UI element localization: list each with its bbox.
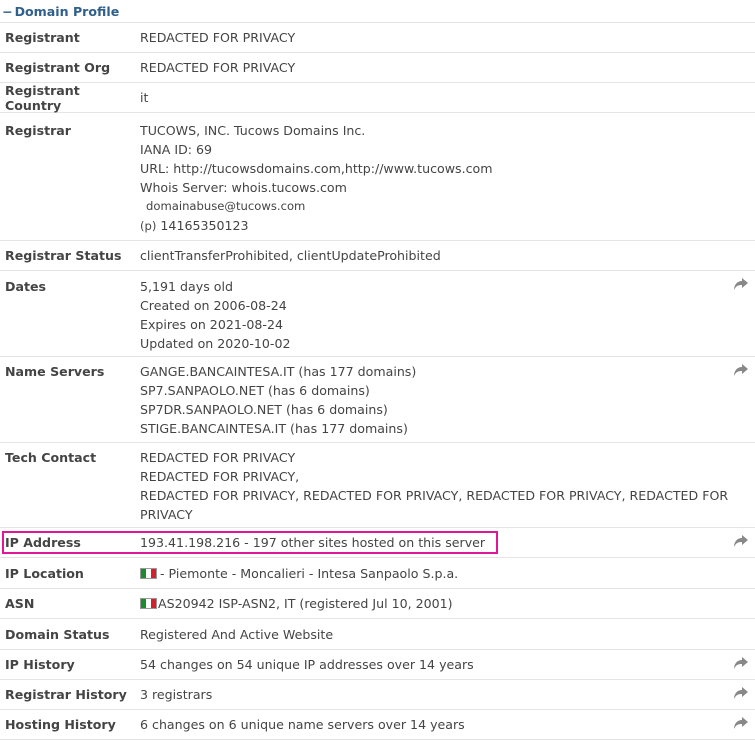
- name-server-item[interactable]: SP7DR.SANPAOLO.NET (has 6 domains): [140, 400, 745, 419]
- ip-location-value: - Piemonte - Moncalieri - Intesa Sanpaol…: [160, 565, 459, 581]
- row-value: clientTransferProhibited, clientUpdatePr…: [140, 248, 441, 263]
- row-label: IP History: [5, 657, 75, 672]
- row-domain-status: Domain Status Registered And Active Webs…: [0, 619, 755, 650]
- row-ip-history: IP History 54 changes on 54 unique IP ad…: [0, 650, 755, 680]
- tech-contact-line: REDACTED FOR PRIVACY, REDACTED FOR PRIVA…: [140, 488, 729, 522]
- row-label: Hosting History: [5, 717, 116, 732]
- row-value: 54 changes on 54 unique IP addresses ove…: [140, 657, 474, 672]
- row-registrar: Registrar TUCOWS, INC. Tucows Domains In…: [0, 113, 755, 241]
- row-label: Registrant Org: [5, 60, 111, 75]
- registrar-email[interactable]: domainabuse@tucows.com: [140, 197, 745, 216]
- ip-address-link[interactable]: 193.41.198.216 - 197 other sites hosted …: [140, 535, 755, 550]
- tech-contact-line: REDACTED FOR PRIVACY: [140, 450, 296, 465]
- registrar-name: TUCOWS, INC. Tucows Domains Inc.: [140, 123, 366, 138]
- collapse-icon[interactable]: −: [2, 4, 13, 19]
- share-arrow-icon[interactable]: [733, 277, 749, 291]
- name-server-item[interactable]: GANGE.BANCAINTESA.IT (has 177 domains): [140, 362, 745, 381]
- registrar-url[interactable]: URL: http://tucowsdomains.com,http://www…: [140, 159, 745, 178]
- row-registrar-status: Registrar Status clientTransferProhibite…: [0, 241, 755, 271]
- row-value: REDACTED FOR PRIVACY: [140, 60, 296, 75]
- row-label: Tech Contact: [5, 450, 97, 465]
- row-label: Registrant Country: [5, 82, 80, 113]
- share-arrow-icon[interactable]: [733, 534, 749, 548]
- section-title: Domain Profile: [14, 3, 120, 19]
- phone-prefix: (p): [140, 219, 157, 233]
- row-registrant: Registrant REDACTED FOR PRIVACY: [0, 23, 755, 53]
- row-label: Registrant: [5, 30, 80, 45]
- row-label: Registrar Status: [5, 248, 122, 263]
- italy-flag-icon: [140, 567, 157, 579]
- row-ip-address: IP Address 193.41.198.216 - 197 other si…: [0, 528, 755, 558]
- tech-contact-line: REDACTED FOR PRIVACY,: [140, 469, 300, 484]
- row-asn: ASN AS20942 ISP-ASN2, IT (registered Jul…: [0, 589, 755, 619]
- dates-created: Created on 2006-08-24: [140, 298, 287, 313]
- name-server-item[interactable]: STIGE.BANCAINTESA.IT (has 177 domains): [140, 419, 745, 438]
- asn-value: AS20942 ISP-ASN2, IT (registered Jul 10,…: [158, 596, 453, 611]
- row-value: it: [140, 90, 149, 105]
- dates-updated: Updated on 2020-10-02: [140, 336, 291, 351]
- name-server-item[interactable]: SP7.SANPAOLO.NET (has 6 domains): [140, 381, 745, 400]
- share-arrow-icon[interactable]: [733, 656, 749, 670]
- row-label: IP Location: [5, 565, 84, 581]
- row-label: Registrar History: [5, 687, 127, 702]
- row-name-servers: Name Servers GANGE.BANCAINTESA.IT (has 1…: [0, 357, 755, 443]
- row-label: Dates: [5, 279, 47, 294]
- row-label: Registrar: [5, 123, 72, 138]
- row-label: ASN: [5, 596, 35, 611]
- dates-age: 5,191 days old: [140, 279, 233, 294]
- row-tech-contact: Tech Contact REDACTED FOR PRIVACY REDACT…: [0, 443, 755, 528]
- row-label: Name Servers: [5, 364, 105, 379]
- dates-expires: Expires on 2021-08-24: [140, 317, 283, 332]
- registrar-phone: 14165350123: [160, 218, 249, 233]
- row-registrar-history: Registrar History 3 registrars: [0, 680, 755, 710]
- row-value: REDACTED FOR PRIVACY: [140, 30, 296, 45]
- share-arrow-icon[interactable]: [733, 363, 749, 377]
- share-arrow-icon[interactable]: [733, 686, 749, 700]
- row-value: 6 changes on 6 unique name servers over …: [140, 717, 465, 732]
- registrar-whois: Whois Server: whois.tucows.com: [140, 180, 347, 195]
- registrar-iana: IANA ID: 69: [140, 142, 213, 157]
- row-label: IP Address: [5, 535, 81, 550]
- italy-flag-icon: [140, 598, 157, 609]
- row-label: Domain Status: [5, 626, 110, 642]
- row-value: Registered And Active Website: [140, 626, 334, 642]
- row-hosting-history: Hosting History 6 changes on 6 unique na…: [0, 710, 755, 740]
- row-registrant-org: Registrant Org REDACTED FOR PRIVACY: [0, 53, 755, 83]
- row-dates: Dates 5,191 days old Created on 2006-08-…: [0, 271, 755, 357]
- row-value: 3 registrars: [140, 687, 213, 702]
- row-ip-location: IP Location - Piemonte - Moncalieri - In…: [0, 558, 755, 589]
- domain-profile-header[interactable]: − Domain Profile: [0, 0, 755, 23]
- row-registrant-country: Registrant Country it: [0, 83, 755, 113]
